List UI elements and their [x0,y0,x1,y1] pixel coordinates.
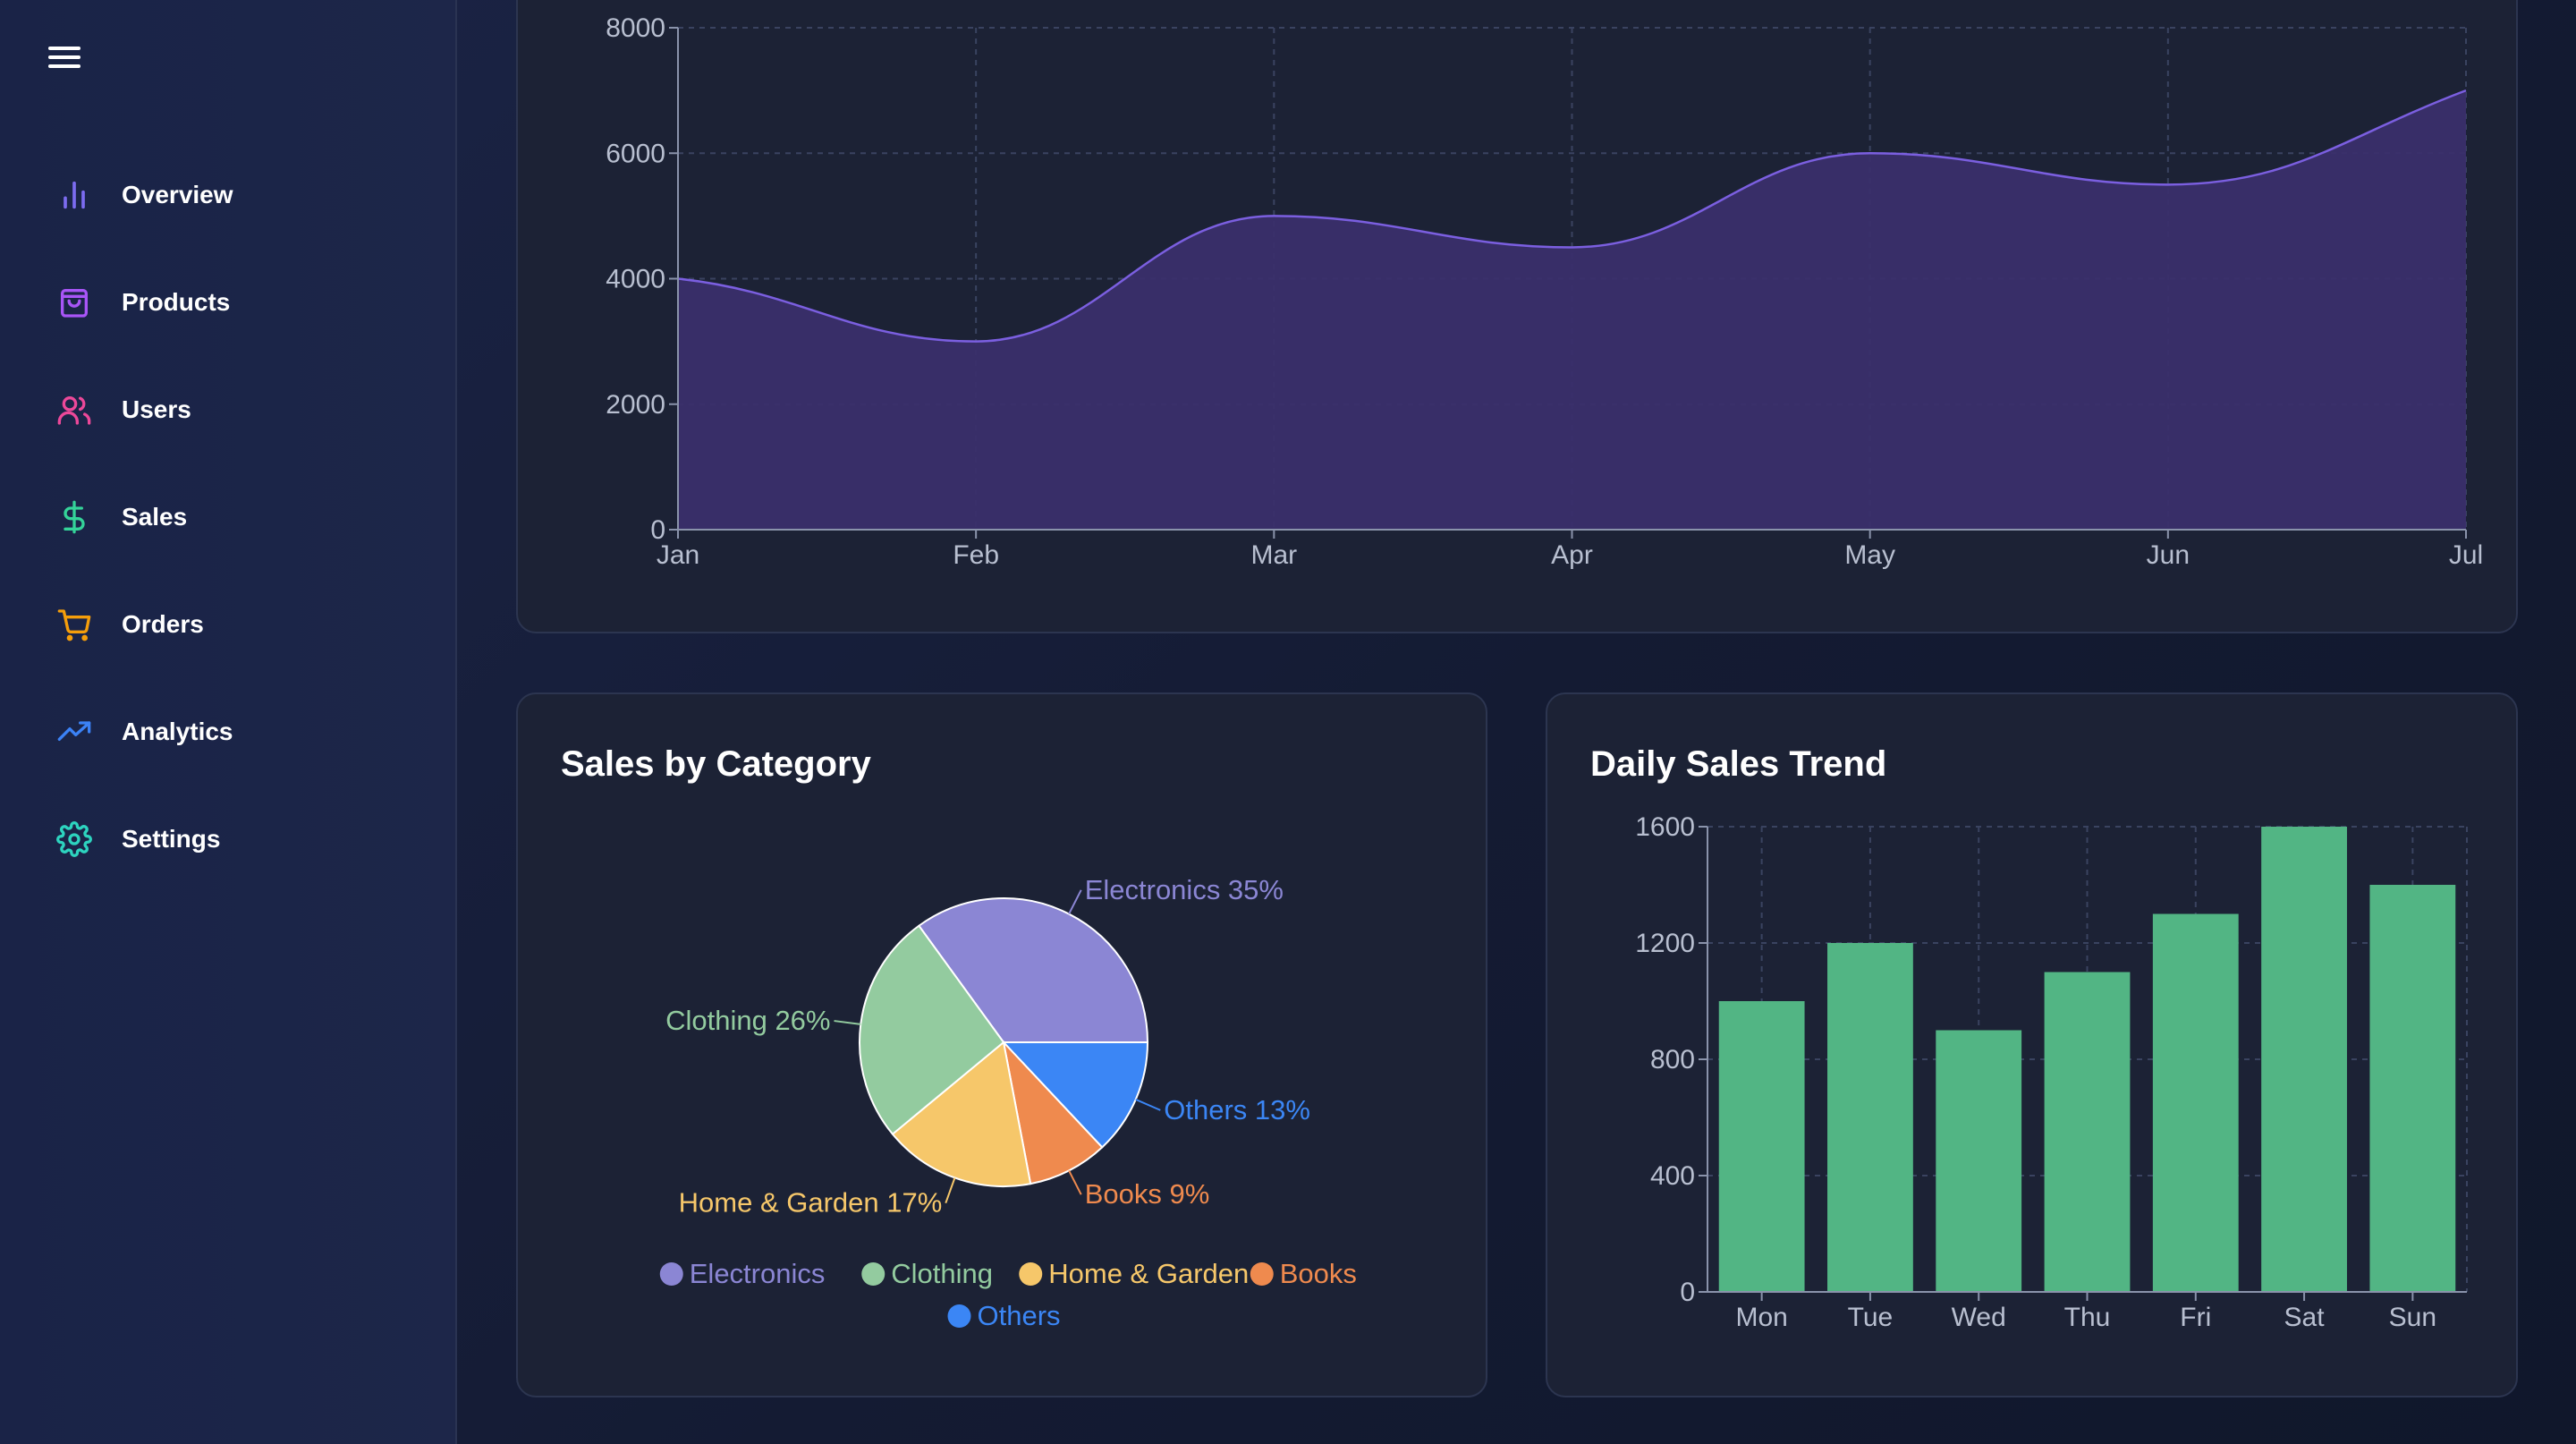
legend-swatch [1250,1262,1274,1286]
bar-chart: 0 400 800 1200 1600 Mon Tue Wed Thu Fri Sat Sun [1635,812,2468,1332]
pie-slice-label: Others 13% [1164,1094,1310,1125]
x-tick-label: Sun [2389,1303,2436,1332]
bar [1936,1030,2022,1292]
x-tick-label: Mar [1250,540,1297,570]
hamburger-menu-icon[interactable] [47,43,82,72]
x-tick-label: Fri [2180,1303,2211,1332]
x-tick-label: Jan [657,540,699,570]
sidebar-item-users[interactable]: Users [36,374,420,446]
sidebar-item-products[interactable]: Products [36,267,420,338]
daily-sales-trend-card: Daily Sales Trend 0 400 800 1200 1600 Mon Tue W… [1546,692,2518,1397]
pie-slice-label: Books 9% [1085,1178,1210,1210]
sidebar-item-orders[interactable]: Orders [36,589,420,660]
sidebar-item-label: Sales [122,503,188,531]
x-tick-label: Wed [1952,1303,2006,1332]
legend-swatch [861,1262,886,1286]
legend-swatch [947,1304,971,1328]
sidebar-item-label: Overview [122,181,233,208]
y-tick-label: 8000 [606,13,665,43]
area-series-fill [678,90,2466,530]
legend-label: Books [1280,1258,1357,1289]
legend-swatch [659,1262,683,1286]
bar [2369,885,2456,1292]
sales-by-category-card: Sales by Category Electronics 35% Others … [516,692,1487,1397]
gear-icon [53,818,96,861]
bar-chart-icon [53,174,96,217]
bar-chart-title: Daily Sales Trend [1590,744,1887,784]
sidebar-item-label: Settings [122,825,221,853]
x-tick-label: Jun [2147,540,2190,570]
y-tick-label: 400 [1650,1161,1695,1191]
y-tick-label: 2000 [606,390,665,420]
sidebar: Overview Products Users Sales Orders Ana… [0,0,457,1444]
x-tick-label: Sat [2284,1303,2326,1332]
pie-label-leader [945,1177,956,1204]
dollar-icon [53,496,96,539]
y-tick-label: 4000 [606,265,665,294]
bar [2261,827,2347,1292]
pie-slice-label: Home & Garden 17% [679,1187,943,1219]
users-icon [53,388,96,431]
bar [2044,972,2131,1292]
shopping-bag-icon [53,281,96,324]
y-tick-label: 6000 [606,139,665,168]
y-tick-label: 0 [1680,1278,1695,1307]
sidebar-item-label: Orders [122,610,204,638]
x-tick-label: Feb [953,540,999,570]
bar [1718,1001,1805,1292]
pie-label-leader [1135,1099,1161,1111]
y-tick-label: 1600 [1635,812,1695,842]
sidebar-item-label: Products [122,288,231,316]
legend-label: Clothing [891,1258,993,1289]
sidebar-item-overview[interactable]: Overview [36,159,420,231]
sidebar-item-analytics[interactable]: Analytics [36,696,420,768]
bar [2152,913,2239,1292]
x-tick-label: Mon [1735,1303,1787,1332]
pie-chart: Electronics 35% Others 13% Books 9% Home & … [659,874,1357,1331]
y-tick-label: 1200 [1635,929,1695,958]
x-tick-label: Apr [1551,540,1593,570]
cart-icon [53,603,96,646]
pie-label-leader [1068,1169,1082,1195]
sidebar-item-sales[interactable]: Sales [36,481,420,553]
x-tick-label: Jul [2449,540,2483,570]
x-tick-label: Thu [2064,1303,2111,1332]
pie-chart-title: Sales by Category [561,744,871,784]
legend-label: Electronics [690,1258,826,1289]
pie-label-leader [834,1020,861,1025]
sidebar-item-settings[interactable]: Settings [36,803,420,875]
trending-up-icon [53,710,96,753]
y-tick-label: 800 [1650,1045,1695,1075]
pie-slice-label: Electronics 35% [1085,874,1284,905]
pie-label-leader [1068,889,1082,915]
legend-swatch [1019,1262,1043,1286]
pie-slice-label: Clothing 26% [665,1005,830,1036]
legend-label: Home & Garden [1048,1258,1249,1289]
legend-label: Others [978,1300,1061,1331]
x-tick-label: Tue [1848,1303,1894,1332]
sidebar-item-label: Analytics [122,718,233,745]
bar [1827,943,1913,1292]
x-tick-label: May [1844,540,1895,570]
area-chart: 02000400060008000Jan Feb Mar Apr May Jun Jul [606,13,2483,570]
sidebar-item-label: Users [122,395,191,423]
revenue-area-chart-card: 0 2000 4000 6000 8000 Jan Feb Mar Apr May Jun Jul [516,0,2518,633]
